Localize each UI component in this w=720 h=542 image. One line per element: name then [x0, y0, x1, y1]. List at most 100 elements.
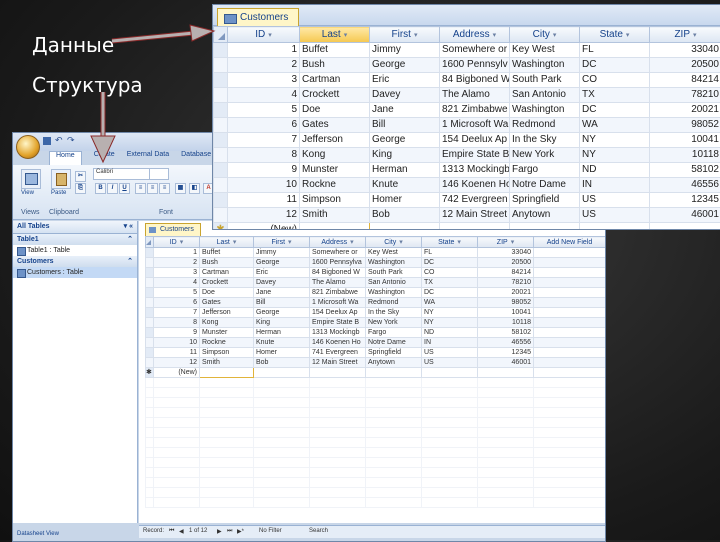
table-cell[interactable]: Knute	[370, 178, 440, 193]
column-header-city[interactable]: City▾	[366, 237, 422, 248]
table-row[interactable]: 1BuffetJimmySomewhere orKey WestFL33040	[214, 43, 720, 58]
doc-tab-customers[interactable]: Customers	[145, 223, 201, 236]
table-cell[interactable]: 5	[228, 103, 300, 118]
empty-cell[interactable]	[534, 308, 606, 318]
table-cell[interactable]: Fargo	[510, 163, 580, 178]
empty-cell[interactable]	[422, 368, 478, 378]
table-cell[interactable]: Springfield	[510, 193, 580, 208]
table-cell[interactable]: 20021	[650, 103, 720, 118]
table-cell[interactable]: Bill	[370, 118, 440, 133]
empty-cell[interactable]	[534, 328, 606, 338]
table-cell[interactable]: 6	[154, 298, 200, 308]
table-cell[interactable]: Doe	[300, 103, 370, 118]
table-row[interactable]: 6GatesBill1 Microsoft WaRedmondWA98052	[146, 298, 606, 308]
table-cell[interactable]: US	[580, 193, 650, 208]
paste-button[interactable]	[51, 169, 71, 189]
record-position[interactable]: 1 of 12	[189, 528, 207, 534]
font-name-select[interactable]: Calibri	[93, 168, 151, 180]
table-cell[interactable]: WA	[422, 298, 478, 308]
table-cell[interactable]: San Antonio	[366, 278, 422, 288]
table-cell[interactable]: Bob	[254, 358, 310, 368]
chevron-down-icon[interactable]: ▾	[344, 32, 348, 39]
empty-cell[interactable]	[534, 318, 606, 328]
table-row[interactable]: 10RockneKnute146 Koenen HoNotre DameIN46…	[214, 178, 720, 193]
table-cell[interactable]: 46001	[650, 208, 720, 223]
table-cell[interactable]: Jimmy	[254, 248, 310, 258]
chevron-down-icon[interactable]: ▾	[180, 239, 184, 246]
table-row[interactable]: 9MunsterHerman1313 MockingbFargoND58102	[146, 328, 606, 338]
table-cell[interactable]: Jane	[254, 288, 310, 298]
chevron-down-icon[interactable]: ▾	[457, 239, 461, 246]
empty-cell[interactable]	[370, 223, 440, 231]
table-cell[interactable]: Empire State B	[440, 148, 510, 163]
table-cell[interactable]: 1313 Mockingb	[310, 328, 366, 338]
column-header-state[interactable]: State▾	[422, 237, 478, 248]
prev-record-icon[interactable]: ◀	[179, 528, 184, 535]
table-row[interactable]: 12SmithBob12 Main StreetAnytownUS46001	[146, 358, 606, 368]
table-cell[interactable]: King	[370, 148, 440, 163]
table-row[interactable]: 3CartmanEric84 Bigboned WSouth ParkCO842…	[146, 268, 606, 278]
empty-cell[interactable]	[580, 223, 650, 231]
select-all-icon[interactable]	[146, 237, 154, 248]
table-cell[interactable]: 741 Evergreen	[310, 348, 366, 358]
new-record-label[interactable]: (New)	[154, 368, 200, 378]
table-cell[interactable]: 154 Deelux Ap	[440, 133, 510, 148]
nav-group-customers[interactable]: Customers⌃	[13, 256, 137, 267]
column-header-first[interactable]: First▾	[254, 237, 310, 248]
redo-icon[interactable]: ↷	[67, 135, 75, 146]
table-cell[interactable]: 4	[228, 88, 300, 103]
table-cell[interactable]: 46001	[478, 358, 534, 368]
table-cell[interactable]: Smith	[300, 208, 370, 223]
empty-cell[interactable]	[534, 338, 606, 348]
table-cell[interactable]: 33040	[478, 248, 534, 258]
table-cell[interactable]: 78210	[478, 278, 534, 288]
table-cell[interactable]: 146 Koenen Ho	[440, 178, 510, 193]
table-cell[interactable]: 58102	[650, 163, 720, 178]
empty-cell[interactable]	[310, 368, 366, 378]
table-cell[interactable]: WA	[580, 118, 650, 133]
table-cell[interactable]: George	[254, 258, 310, 268]
undo-icon[interactable]: ↶	[55, 135, 63, 146]
table-cell[interactable]: Crockett	[300, 88, 370, 103]
row-selector[interactable]	[146, 288, 154, 298]
table-cell[interactable]: 10	[228, 178, 300, 193]
table-cell[interactable]: Somewhere or	[310, 248, 366, 258]
nav-pane-header[interactable]: All Tables ▾ «	[13, 221, 137, 234]
new-record-row[interactable]: ✱(New)	[214, 223, 720, 231]
table-cell[interactable]: Jimmy	[370, 43, 440, 58]
table-cell[interactable]: 9	[154, 328, 200, 338]
table-cell[interactable]: 8	[228, 148, 300, 163]
table-cell[interactable]: Gates	[200, 298, 254, 308]
row-selector[interactable]	[214, 178, 228, 193]
italic-icon[interactable]: I	[107, 183, 118, 194]
table-cell[interactable]: US	[422, 348, 478, 358]
table-cell[interactable]: Notre Dame	[366, 338, 422, 348]
row-selector[interactable]	[146, 278, 154, 288]
align-center-icon[interactable]: ≡	[147, 183, 158, 194]
table-cell[interactable]: ND	[422, 328, 478, 338]
table-cell[interactable]: 20500	[650, 58, 720, 73]
column-header-id[interactable]: ID▾	[228, 27, 300, 43]
empty-cell[interactable]	[440, 223, 510, 231]
table-row[interactable]: 12SmithBob12 Main StreetAnytownUS46001	[214, 208, 720, 223]
row-selector[interactable]	[214, 88, 228, 103]
table-cell[interactable]: 742 Evergreen	[440, 193, 510, 208]
table-cell[interactable]: Doe	[200, 288, 254, 298]
table-cell[interactable]: George	[370, 58, 440, 73]
font-size-select[interactable]	[149, 168, 169, 180]
table-cell[interactable]: 821 Zimbabwe	[440, 103, 510, 118]
table-cell[interactable]: Washington	[510, 58, 580, 73]
table-cell[interactable]: Redmond	[366, 298, 422, 308]
column-header-zip[interactable]: ZIP▾	[650, 27, 720, 43]
table-cell[interactable]: 5	[154, 288, 200, 298]
empty-cell[interactable]	[534, 358, 606, 368]
table-cell[interactable]: Rockne	[300, 178, 370, 193]
bold-icon[interactable]: B	[95, 183, 106, 194]
copy-icon[interactable]: ⎘	[75, 183, 86, 194]
column-header-last[interactable]: Last▾	[200, 237, 254, 248]
align-right-icon[interactable]: ≡	[159, 183, 170, 194]
table-cell[interactable]: Bob	[370, 208, 440, 223]
table-row[interactable]: 2BushGeorge1600 PennsylvaWashingtonDC205…	[146, 258, 606, 268]
row-selector[interactable]	[146, 258, 154, 268]
table-cell[interactable]: Jefferson	[300, 133, 370, 148]
